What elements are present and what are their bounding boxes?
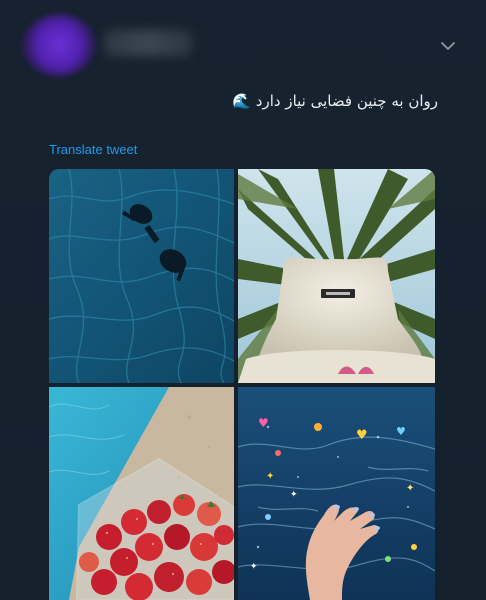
hand-in-water-image[interactable]: ♥ ♥ ♥ ✦ ✦ ✦ ✦ (238, 387, 435, 600)
svg-text:♥: ♥ (396, 425, 406, 438)
svg-text:✦: ✦ (266, 471, 274, 482)
chevron-down-icon[interactable] (440, 38, 456, 52)
avatar[interactable] (22, 14, 96, 76)
svg-text:♥: ♥ (356, 428, 368, 443)
media-grid: ♥ ♥ ♥ ✦ ✦ ✦ ✦ (49, 169, 435, 600)
pool-sunglasses-image[interactable] (49, 169, 234, 383)
tweet-text: روان به چنین فضایی نیاز دارد 🌊 (232, 92, 438, 110)
bucket-hat-palm-image[interactable] (238, 169, 435, 383)
svg-text:✦: ✦ (406, 483, 414, 494)
user-name-blurred[interactable] (104, 30, 192, 56)
svg-text:✦: ✦ (290, 490, 298, 500)
svg-text:♥: ♥ (258, 416, 269, 430)
strawberries-pool-image[interactable] (49, 387, 234, 600)
translate-tweet-link[interactable]: Translate tweet (49, 142, 137, 157)
tweet-card: روان به چنین فضایی نیاز دارد 🌊 Translate… (0, 0, 486, 600)
svg-text:✦: ✦ (250, 562, 258, 572)
